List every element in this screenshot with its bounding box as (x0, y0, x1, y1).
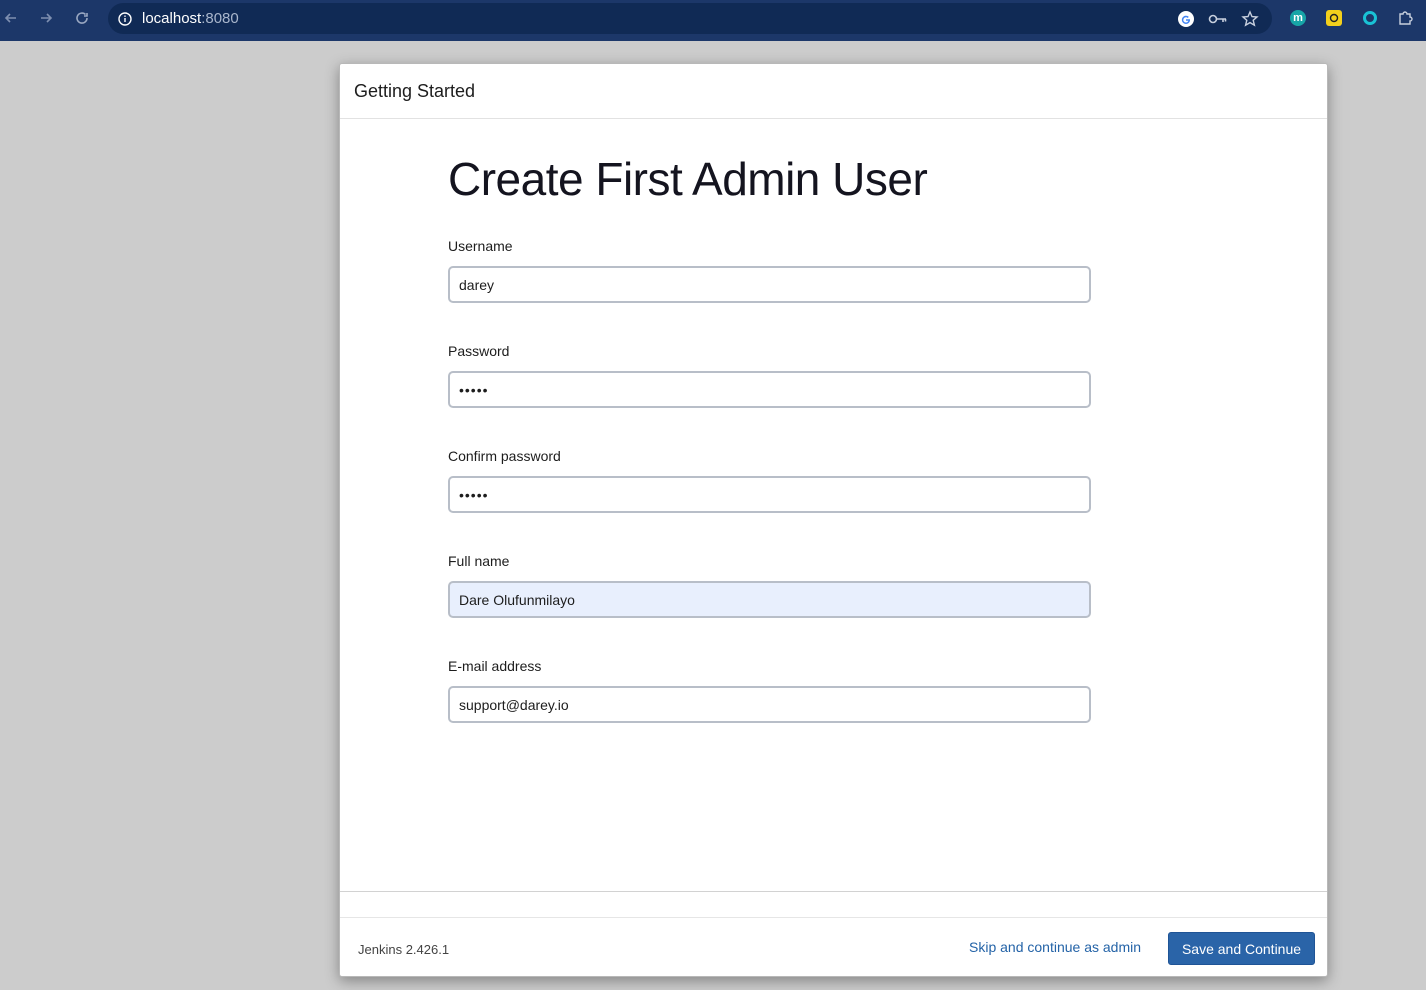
username-label: Username (448, 238, 513, 254)
url-port: :8080 (201, 10, 239, 27)
skip-continue-link[interactable]: Skip and continue as admin (969, 939, 1141, 955)
extension-m-icon[interactable]: m (1286, 6, 1310, 30)
password-group: Password (448, 343, 1091, 408)
google-icon[interactable] (1174, 7, 1198, 31)
email-field[interactable] (448, 686, 1091, 723)
save-continue-button[interactable]: Save and Continue (1168, 932, 1315, 965)
dialog-header: Getting Started (340, 64, 1327, 119)
email-group: E-mail address (448, 658, 1091, 723)
fullname-label: Full name (448, 553, 510, 569)
browser-toolbar: localhost:8080 m (0, 0, 1426, 41)
arrow-left-icon (4, 13, 16, 23)
dialog-body: Create First Admin User Username Passwor… (448, 156, 1091, 723)
password-label: Password (448, 343, 510, 359)
address-bar[interactable]: localhost:8080 (108, 3, 1272, 34)
footer-bar: Jenkins 2.426.1 Skip and continue as adm… (340, 917, 1327, 978)
confirm-password-label: Confirm password (448, 448, 561, 464)
key-icon[interactable] (1206, 7, 1230, 31)
arrow-right-icon (41, 13, 53, 23)
reload-icon (76, 12, 88, 24)
page-title: Create First Admin User (448, 153, 928, 205)
reload-button[interactable] (64, 0, 100, 36)
extension-circle-icon[interactable] (1358, 6, 1382, 30)
extensions-puzzle-icon[interactable] (1394, 6, 1418, 30)
username-field[interactable] (448, 266, 1091, 303)
username-group: Username (448, 238, 1091, 303)
email-label: E-mail address (448, 658, 542, 674)
back-button[interactable] (0, 0, 29, 36)
dialog-footer: Jenkins 2.426.1 Skip and continue as adm… (340, 891, 1327, 977)
password-field[interactable] (448, 371, 1091, 408)
fullname-field[interactable] (448, 581, 1091, 618)
version-label: Jenkins 2.426.1 (358, 942, 450, 957)
star-icon[interactable] (1238, 7, 1262, 31)
setup-wizard-dialog: Getting Started Create First Admin User … (339, 63, 1328, 977)
forward-button[interactable] (28, 0, 64, 36)
extension-yellow-icon[interactable] (1322, 6, 1346, 30)
url-host: localhost (142, 10, 202, 27)
url-text: localhost:8080 (142, 10, 239, 27)
fullname-group: Full name (448, 553, 1091, 618)
confirm-password-group: Confirm password (448, 448, 1091, 513)
confirm-password-field[interactable] (448, 476, 1091, 513)
dialog-title: Getting Started (354, 80, 476, 101)
site-info-icon[interactable] (108, 3, 142, 34)
